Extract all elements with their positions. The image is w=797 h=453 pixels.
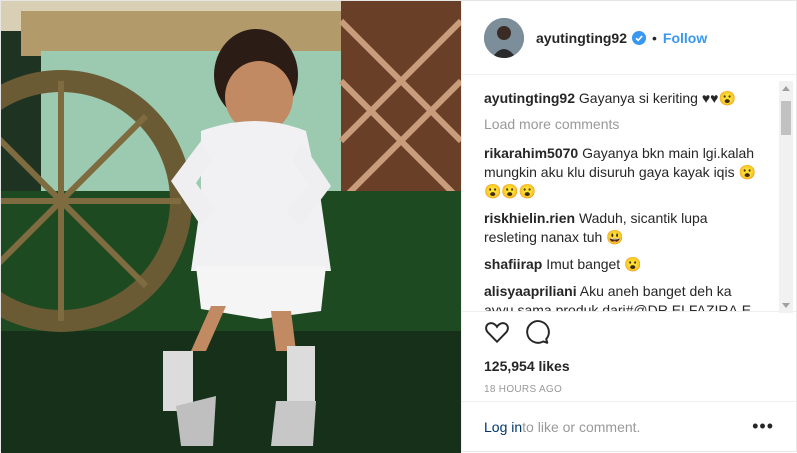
comment-item: alisyaapriliani Aku aneh banget deh ka a… [484, 282, 756, 311]
scroll-thumb[interactable] [781, 101, 791, 135]
username[interactable]: ayutingting92 [536, 30, 627, 46]
post-image [1, 1, 461, 453]
login-prompt-text: to like or comment. [522, 418, 641, 435]
comment-item: rikarahim5070 Gayanya bkn main lgi.kalah… [484, 144, 756, 201]
post-sidebar: ayutingting92 • Follow ayutingting92 Gay… [461, 1, 796, 451]
post-timestamp: 18 HOURS AGO [484, 384, 563, 395]
action-bar [462, 311, 796, 352]
comment-item: shafiirap Imut banget 😮 [484, 255, 756, 274]
avatar[interactable] [484, 17, 524, 58]
comments-scrollbar[interactable] [779, 81, 793, 313]
verified-badge-icon [632, 30, 647, 45]
follow-button[interactable]: Follow [663, 30, 707, 46]
post-header: ayutingting92 • Follow [462, 1, 796, 75]
comment-username[interactable]: alisyaapriliani [484, 283, 577, 299]
post-footer: Log in to like or comment. ••• [462, 401, 796, 451]
caption-username[interactable]: ayutingting92 [484, 90, 575, 106]
load-more-comments-button[interactable]: Load more comments [484, 116, 756, 132]
separator-dot: • [652, 29, 657, 46]
avatar-image [484, 17, 524, 58]
scroll-up-arrow-icon[interactable] [782, 86, 790, 91]
comments-list: ayutingting92 Gayanya si keriting ♥♥😮 Lo… [462, 75, 796, 311]
more-options-icon[interactable]: ••• [752, 416, 774, 437]
post-photo[interactable] [1, 1, 461, 453]
caption: ayutingting92 Gayanya si keriting ♥♥😮 [484, 89, 756, 108]
comment-text: Imut banget 😮 [546, 256, 642, 272]
comment-icon[interactable] [524, 319, 550, 345]
comment-item: riskhielin.rien Waduh, sicantik lupa res… [484, 209, 756, 247]
login-link[interactable]: Log in [484, 419, 522, 435]
comment-username[interactable]: riskhielin.rien [484, 210, 575, 226]
comment-username[interactable]: shafiirap [484, 256, 542, 272]
caption-text: Gayanya si keriting ♥♥😮 [578, 90, 736, 106]
scroll-down-arrow-icon[interactable] [782, 303, 790, 308]
post-card: ayutingting92 • Follow ayutingting92 Gay… [0, 0, 797, 453]
comment-username[interactable]: rikarahim5070 [484, 145, 578, 161]
heart-icon[interactable] [484, 319, 510, 345]
likes-count[interactable]: 125,954 likes [462, 358, 796, 374]
